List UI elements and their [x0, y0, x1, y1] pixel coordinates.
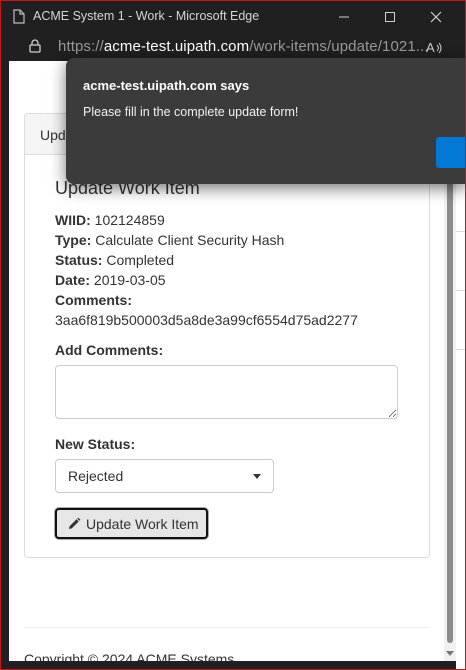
footer-copyright: Copyright © 2024 ACME Systems: [24, 651, 235, 661]
pencil-icon: [69, 517, 81, 529]
url-host: acme-test.uipath.com: [103, 38, 250, 55]
status-field: Status: Completed: [55, 252, 174, 268]
minimize-icon[interactable]: [334, 7, 354, 27]
status-value: Completed: [106, 252, 175, 268]
url-text[interactable]: https://acme-test.uipath.com/work-items/…: [58, 38, 429, 55]
type-value: Calculate Client Security Hash: [95, 232, 285, 248]
wiid-field: WIID: 102124859: [55, 212, 165, 228]
new-status-selected: Rejected: [68, 468, 124, 484]
date-label: Date:: [55, 272, 91, 288]
svg-text:A: A: [426, 40, 435, 55]
new-status-label: New Status:: [55, 436, 136, 452]
wiid-value: 102124859: [94, 212, 165, 228]
new-status-select[interactable]: Rejected: [55, 459, 274, 493]
status-label: Status:: [55, 252, 103, 268]
date-value: 2019-03-05: [93, 272, 166, 288]
date-field: Date: 2019-03-05: [55, 272, 166, 288]
update-button-label: Update Work Item: [86, 516, 199, 532]
browser-window: ACME System 1 - Work - Microsoft Edge ht…: [0, 0, 466, 670]
dialog-title: acme-test.uipath.com says: [83, 78, 250, 93]
background-divider: [456, 349, 465, 350]
background-divider: [456, 231, 465, 232]
close-icon[interactable]: [426, 7, 446, 27]
scroll-down-icon[interactable]: [446, 651, 454, 656]
comments-value: 3aa6f819b500003d5a8de3a99cf6554d75ad2277: [55, 312, 358, 328]
url-scheme: https://: [58, 38, 104, 55]
footer-divider: [24, 627, 429, 628]
add-comments-label: Add Comments:: [55, 342, 164, 358]
type-label: Type:: [55, 232, 92, 248]
alert-dialog: acme-test.uipath.com says Please fill in…: [66, 58, 465, 184]
caret-down-icon: [253, 474, 261, 479]
url-path: /work-items/update/1021...: [249, 38, 429, 55]
comments-label: Comments:: [55, 292, 133, 308]
background-divider: [456, 290, 465, 291]
window-title: ACME System 1 - Work - Microsoft Edge: [33, 9, 260, 23]
add-comments-textarea[interactable]: [55, 365, 398, 419]
address-bar[interactable]: https://acme-test.uipath.com/work-items/…: [1, 33, 465, 61]
lock-icon[interactable]: [29, 39, 41, 53]
read-aloud-icon[interactable]: A: [425, 37, 445, 57]
comments-field: Comments:: [55, 292, 132, 308]
dialog-message: Please fill in the complete update form!: [83, 105, 299, 119]
type-field: Type: Calculate Client Security Hash: [55, 232, 284, 248]
page-icon: [13, 9, 25, 24]
title-bar: ACME System 1 - Work - Microsoft Edge: [1, 1, 465, 33]
wiid-label: WIID:: [55, 212, 91, 228]
dialog-ok-button[interactable]: [436, 137, 465, 168]
update-work-item-button[interactable]: Update Work Item: [55, 508, 208, 539]
maximize-icon[interactable]: [380, 7, 400, 27]
